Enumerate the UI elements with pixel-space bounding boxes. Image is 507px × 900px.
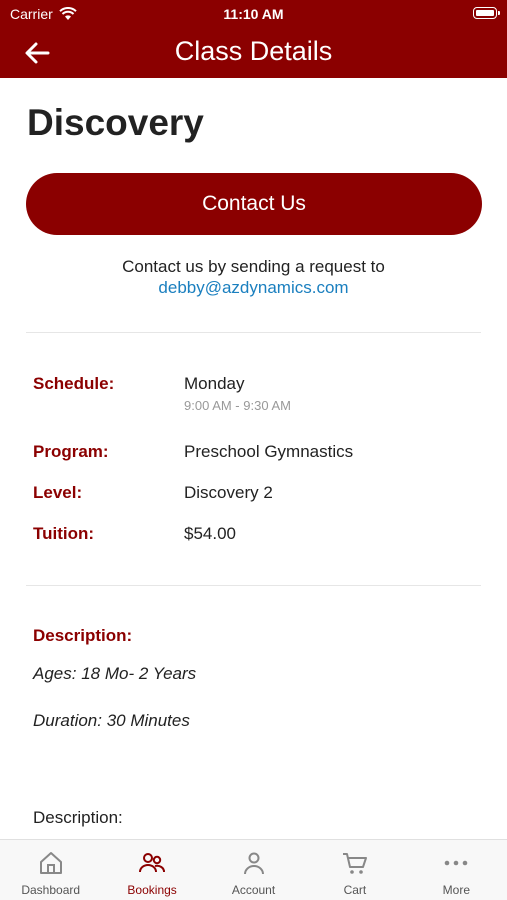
schedule-time: 9:00 AM - 9:30 AM	[184, 398, 291, 413]
tab-account[interactable]: Account	[203, 840, 304, 900]
tab-more[interactable]: More	[406, 840, 507, 900]
tab-label: Dashboard	[21, 883, 81, 897]
tab-bookings[interactable]: Bookings	[101, 840, 202, 900]
tab-label: Bookings	[127, 883, 177, 897]
divider	[26, 332, 481, 333]
contact-email-link[interactable]: debby@azdynamics.com	[0, 278, 507, 298]
program-label: Program:	[33, 442, 109, 461]
contact-us-label: Contact Us	[202, 192, 306, 215]
contact-us-button[interactable]: Contact Us	[26, 173, 482, 235]
nav-title: Class Details	[174, 36, 333, 66]
level-label: Level:	[33, 483, 83, 502]
tuition-label: Tuition:	[33, 524, 95, 543]
schedule-label: Schedule:	[33, 374, 115, 393]
tab-label: More	[442, 883, 470, 897]
people-icon	[139, 853, 166, 873]
tuition-value: $54.00	[184, 524, 236, 543]
description-ages: Ages: 18 Mo- 2 Years	[33, 664, 197, 683]
tab-dashboard[interactable]: Dashboard	[0, 840, 101, 900]
more-icon	[445, 860, 468, 866]
battery-icon	[473, 7, 500, 19]
nav-bar: Class Details	[0, 28, 507, 78]
tab-cart[interactable]: Cart	[304, 840, 405, 900]
tab-label: Account	[231, 883, 276, 897]
contact-instructions: Contact us by sending a request to	[122, 257, 385, 276]
home-icon	[39, 852, 62, 874]
person-icon	[243, 852, 264, 875]
cart-icon	[342, 853, 367, 874]
description-plain-label: Description:	[33, 808, 123, 827]
schedule-day: Monday	[184, 374, 245, 393]
status-time: 11:10 AM	[223, 6, 284, 22]
description-label: Description:	[33, 626, 133, 645]
program-value: Preschool Gymnastics	[184, 442, 354, 461]
status-bar: Carrier 11:10 AM	[0, 0, 507, 28]
description-duration: Duration: 30 Minutes	[33, 711, 190, 730]
tab-bar: Dashboard Bookings Account Cart More	[0, 839, 507, 900]
level-value: Discovery 2	[184, 483, 273, 502]
tab-label: Cart	[343, 883, 367, 897]
divider	[26, 585, 481, 586]
class-name: Discovery	[27, 102, 204, 143]
